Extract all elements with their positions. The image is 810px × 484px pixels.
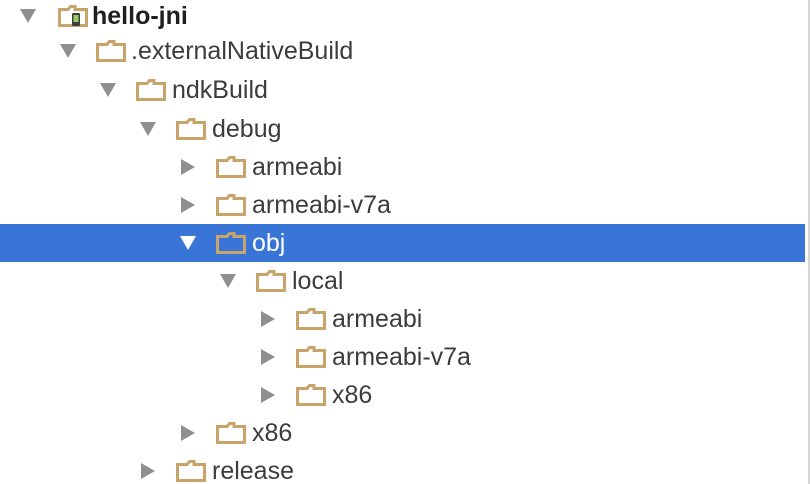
expand-arrow-icon[interactable] bbox=[16, 0, 40, 35]
tree-label-hello-jni: hello-jni bbox=[92, 2, 188, 30]
tree-label-obj: obj bbox=[252, 229, 286, 257]
tree-label-release: release bbox=[212, 457, 294, 484]
folder-icon bbox=[216, 232, 246, 254]
folder-icon bbox=[176, 460, 206, 482]
tree-label-debug-armeabi: armeabi bbox=[252, 153, 343, 181]
expand-arrow-icon[interactable] bbox=[176, 224, 200, 262]
folder-icon bbox=[216, 156, 246, 178]
tree-row-debug[interactable]: debug bbox=[0, 110, 805, 148]
folder-icon bbox=[216, 194, 246, 216]
tree-row-local[interactable]: local bbox=[0, 262, 805, 300]
project-tree: hello-jni .externalNativeBuild ndkBuild … bbox=[0, 0, 810, 484]
folder-icon bbox=[216, 422, 246, 444]
tree-row-local-x86[interactable]: x86 bbox=[0, 376, 805, 414]
collapse-arrow-icon[interactable] bbox=[136, 452, 160, 484]
expand-arrow-icon[interactable] bbox=[216, 262, 240, 300]
tree-row-debug-armeabi[interactable]: armeabi bbox=[0, 148, 805, 186]
expand-arrow-icon[interactable] bbox=[136, 110, 160, 148]
collapse-arrow-icon[interactable] bbox=[176, 186, 200, 224]
tree-label-debug: debug bbox=[212, 115, 282, 143]
tree-label-local: local bbox=[292, 267, 344, 295]
tree-row-debug-x86[interactable]: x86 bbox=[0, 414, 805, 452]
expand-arrow-icon[interactable] bbox=[96, 71, 120, 109]
collapse-arrow-icon[interactable] bbox=[176, 414, 200, 452]
tree-label-local-x86: x86 bbox=[332, 381, 373, 409]
collapse-arrow-icon[interactable] bbox=[176, 148, 200, 186]
tree-row-release[interactable]: release bbox=[0, 452, 805, 484]
folder-icon bbox=[296, 384, 326, 406]
tree-row-local-armeabi-v7a[interactable]: armeabi-v7a bbox=[0, 338, 805, 376]
tree-label-local-armeabi-v7a: armeabi-v7a bbox=[332, 343, 471, 371]
folder-icon bbox=[256, 270, 286, 292]
tree-row-hello-jni[interactable]: hello-jni bbox=[0, 0, 805, 35]
tree-row-externalnativebuild[interactable]: .externalNativeBuild bbox=[0, 32, 805, 70]
tree-label-local-armeabi: armeabi bbox=[332, 305, 423, 333]
folder-icon bbox=[296, 308, 326, 330]
tree-label-debug-armeabi-v7a: armeabi-v7a bbox=[252, 191, 391, 219]
tree-label-externalnativebuild: .externalNativeBuild bbox=[131, 37, 354, 65]
tree-row-obj[interactable]: obj bbox=[0, 224, 805, 262]
collapse-arrow-icon[interactable] bbox=[256, 338, 280, 376]
tree-label-ndkbuild: ndkBuild bbox=[172, 76, 268, 104]
collapse-arrow-icon[interactable] bbox=[256, 300, 280, 338]
folder-icon bbox=[96, 40, 126, 62]
folder-icon bbox=[296, 346, 326, 368]
folder-icon bbox=[176, 118, 206, 140]
tree-row-debug-armeabi-v7a[interactable]: armeabi-v7a bbox=[0, 186, 805, 224]
expand-arrow-icon[interactable] bbox=[56, 32, 80, 70]
folder-icon bbox=[136, 79, 166, 101]
tree-label-debug-x86: x86 bbox=[252, 419, 293, 447]
module-folder-icon bbox=[58, 5, 88, 27]
tree-row-ndkbuild[interactable]: ndkBuild bbox=[0, 71, 805, 109]
tree-row-local-armeabi[interactable]: armeabi bbox=[0, 300, 805, 338]
collapse-arrow-icon[interactable] bbox=[256, 376, 280, 414]
